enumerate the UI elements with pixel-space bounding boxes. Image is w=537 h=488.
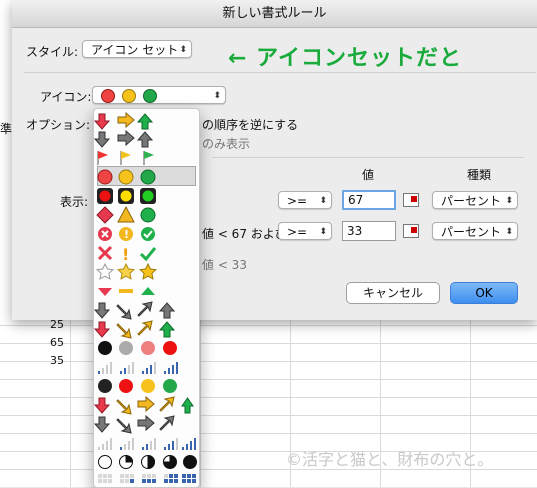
style-dropdown[interactable]: アイコン セット ⬍ bbox=[82, 40, 192, 58]
cell-value[interactable]: 35 bbox=[40, 354, 64, 367]
icon-set-options[interactable]: ! ! bbox=[94, 109, 199, 487]
row2-type-dropdown[interactable]: パーセント ⬍ bbox=[432, 222, 518, 240]
value-column-header: 値 bbox=[362, 168, 375, 182]
updown-arrows-icon: ⬍ bbox=[319, 227, 327, 237]
traffic-light-icons bbox=[101, 89, 157, 103]
row3-condition-text: 値 < 33 bbox=[202, 258, 247, 272]
reverse-order-label[interactable]: の順序を逆にする bbox=[202, 116, 298, 133]
row1-operator-dropdown[interactable]: >= ⬍ bbox=[278, 191, 332, 209]
cell-reference-icon[interactable] bbox=[403, 193, 419, 207]
svg-text:!: ! bbox=[124, 228, 129, 241]
row1-type-value: パーセント bbox=[441, 194, 502, 208]
ok-button[interactable]: OK bbox=[450, 282, 518, 304]
display-label: 表示: bbox=[60, 195, 89, 209]
dialog-title: 新しい書式ルール bbox=[12, 0, 537, 28]
cell-value[interactable]: 65 bbox=[40, 336, 64, 349]
icon-only-label[interactable]: のみ表示 bbox=[202, 135, 250, 152]
watermark: ©活字と猫と、財布の穴と。 bbox=[286, 450, 494, 469]
row2-operator-value: >= bbox=[287, 225, 308, 239]
sheet-partial-text: 準 bbox=[0, 122, 13, 136]
updown-arrows-icon: ⬍ bbox=[505, 227, 513, 237]
row1-value-input[interactable]: 67 bbox=[342, 190, 396, 210]
updown-arrows-icon: ⬍ bbox=[213, 91, 221, 101]
icon-set-dropdown[interactable]: ⬍ bbox=[92, 86, 226, 104]
new-format-rule-dialog: 新しい書式ルール スタイル: アイコン セット ⬍ ← アイコンセットだと アイ… bbox=[12, 0, 537, 320]
row2-type-value: パーセント bbox=[441, 225, 502, 239]
option-label: オプション: bbox=[26, 118, 91, 132]
svg-text:!: ! bbox=[122, 245, 129, 264]
updown-arrows-icon: ⬍ bbox=[505, 196, 513, 206]
row1-type-dropdown[interactable]: パーセント ⬍ bbox=[432, 191, 518, 209]
style-label: スタイル: bbox=[26, 45, 79, 59]
type-column-header: 種類 bbox=[467, 168, 492, 182]
updown-arrows-icon: ⬍ bbox=[319, 196, 327, 206]
annotation-callout: ← アイコンセットだと bbox=[228, 46, 462, 71]
style-dropdown-value: アイコン セット bbox=[91, 43, 179, 57]
row2-value-input[interactable]: 33 bbox=[342, 221, 396, 241]
row1-operator-value: >= bbox=[287, 194, 308, 208]
cell-reference-icon[interactable] bbox=[403, 224, 419, 238]
icon-label: アイコン: bbox=[40, 90, 92, 104]
row2-operator-dropdown[interactable]: >= ⬍ bbox=[278, 222, 332, 240]
cancel-button[interactable]: キャンセル bbox=[346, 282, 440, 304]
icon-set-menu[interactable]: ! ! bbox=[93, 108, 200, 488]
updown-arrows-icon: ⬍ bbox=[179, 45, 187, 55]
row2-condition-text: 値 < 67 および bbox=[202, 227, 287, 241]
